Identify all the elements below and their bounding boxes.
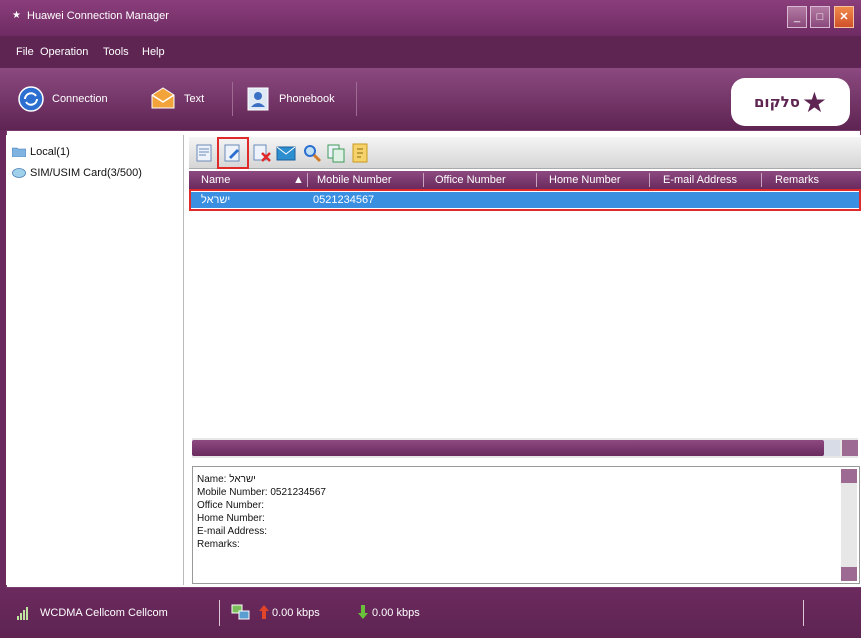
- new-contact-icon[interactable]: [193, 142, 215, 164]
- window-title: Huawei Connection Manager: [27, 10, 169, 22]
- scrollbar-thumb[interactable]: [192, 440, 824, 456]
- horizontal-scrollbar[interactable]: [192, 438, 858, 458]
- minimize-button[interactable]: _: [787, 6, 807, 28]
- detail-email-address: E-mail Address:: [197, 526, 268, 537]
- row-highlight: [189, 189, 861, 211]
- scroll-track-end: [824, 440, 840, 456]
- menu-tools[interactable]: Tools: [103, 46, 129, 58]
- detail-name: Name: ישראל: [197, 474, 256, 485]
- menu-file[interactable]: File: [16, 46, 34, 58]
- detail-mobile-number: Mobile Number: 0521234567: [197, 487, 326, 498]
- detail-office-number: Office Number:: [197, 500, 265, 511]
- column-divider: [423, 173, 424, 187]
- status-divider: [803, 600, 804, 626]
- scroll-right-arrow-icon[interactable]: [842, 440, 858, 456]
- envelope-icon: [151, 87, 175, 109]
- delete-icon[interactable]: [251, 142, 273, 164]
- export-icon[interactable]: [349, 142, 371, 164]
- brand-logo: סלקום ★: [731, 78, 850, 126]
- column-divider: [761, 173, 762, 187]
- status-bar: WCDMA Cellcom Cellcom 0.00 kbps 0.00 kbp…: [0, 588, 861, 638]
- menu-operation[interactable]: Operation: [40, 46, 88, 58]
- logo-text: סלקום: [753, 93, 800, 111]
- sort-arrow-icon: ▲: [293, 174, 304, 186]
- column-divider: [307, 173, 308, 187]
- connection-icon: [18, 86, 44, 112]
- network-status: WCDMA Cellcom Cellcom: [40, 607, 168, 619]
- toolbar-divider: [356, 82, 357, 116]
- download-speed: 0.00 kbps: [372, 607, 420, 619]
- tree-item-label: Local(1): [30, 146, 70, 158]
- tree-item-local[interactable]: Local(1): [12, 146, 70, 158]
- title-bar: ★ Huawei Connection Manager _ □ ✕: [0, 0, 861, 36]
- column-mobile-number[interactable]: Mobile Number: [317, 174, 392, 186]
- column-divider: [536, 173, 537, 187]
- tree-item-sim-card[interactable]: SIM/USIM Card(3/500): [12, 167, 142, 179]
- sim-card-icon: [12, 168, 26, 178]
- detail-remarks: Remarks:: [197, 539, 240, 550]
- menu-help[interactable]: Help: [142, 46, 165, 58]
- phonebook-button[interactable]: Phonebook: [245, 84, 335, 114]
- tree-item-label: SIM/USIM Card(3/500): [30, 167, 142, 179]
- download-arrow-icon: [358, 605, 368, 619]
- app-icon: ★: [12, 10, 21, 21]
- copy-icon[interactable]: [325, 142, 347, 164]
- phonebook-icon: [247, 87, 269, 111]
- scroll-up-arrow-icon[interactable]: [841, 469, 857, 483]
- network-activity-icon: [231, 604, 250, 620]
- detail-home-number: Home Number:: [197, 513, 265, 524]
- phonebook-tree: Local(1) SIM/USIM Card(3/500): [6, 135, 184, 585]
- contact-detail-pane: Name: ישראל Mobile Number: 0521234567 Of…: [192, 466, 860, 584]
- text-label: Text: [184, 93, 205, 105]
- column-office-number[interactable]: Office Number: [435, 174, 506, 186]
- phonebook-label: Phonebook: [279, 93, 335, 105]
- menu-bar: File Operation Tools Help: [0, 36, 861, 68]
- column-home-number[interactable]: Home Number: [549, 174, 621, 186]
- folder-icon: [12, 147, 26, 157]
- connection-label: Connection: [52, 93, 108, 105]
- column-divider: [649, 173, 650, 187]
- connection-button[interactable]: Connection: [18, 84, 108, 114]
- close-button[interactable]: ✕: [834, 6, 854, 28]
- send-message-icon[interactable]: [275, 142, 297, 164]
- upload-speed: 0.00 kbps: [272, 607, 320, 619]
- column-remarks[interactable]: Remarks: [775, 174, 819, 186]
- status-divider: [219, 600, 220, 626]
- edit-highlight: [217, 137, 249, 169]
- column-email-address[interactable]: E-mail Address: [663, 174, 737, 186]
- vertical-scrollbar[interactable]: [841, 469, 857, 581]
- toolbar-divider: [232, 82, 233, 116]
- scroll-down-arrow-icon[interactable]: [841, 567, 857, 581]
- text-button[interactable]: Text: [150, 84, 204, 114]
- search-icon[interactable]: [301, 142, 323, 164]
- signal-strength-icon: [17, 607, 28, 620]
- upload-arrow-icon: [259, 605, 269, 619]
- column-name[interactable]: Name: [201, 174, 230, 186]
- contacts-table-header: Name ▲ Mobile Number Office Number Home …: [189, 171, 861, 189]
- contacts-toolbar: [189, 137, 861, 169]
- star-logo-icon: ★: [801, 86, 828, 118]
- maximize-button[interactable]: □: [810, 6, 830, 28]
